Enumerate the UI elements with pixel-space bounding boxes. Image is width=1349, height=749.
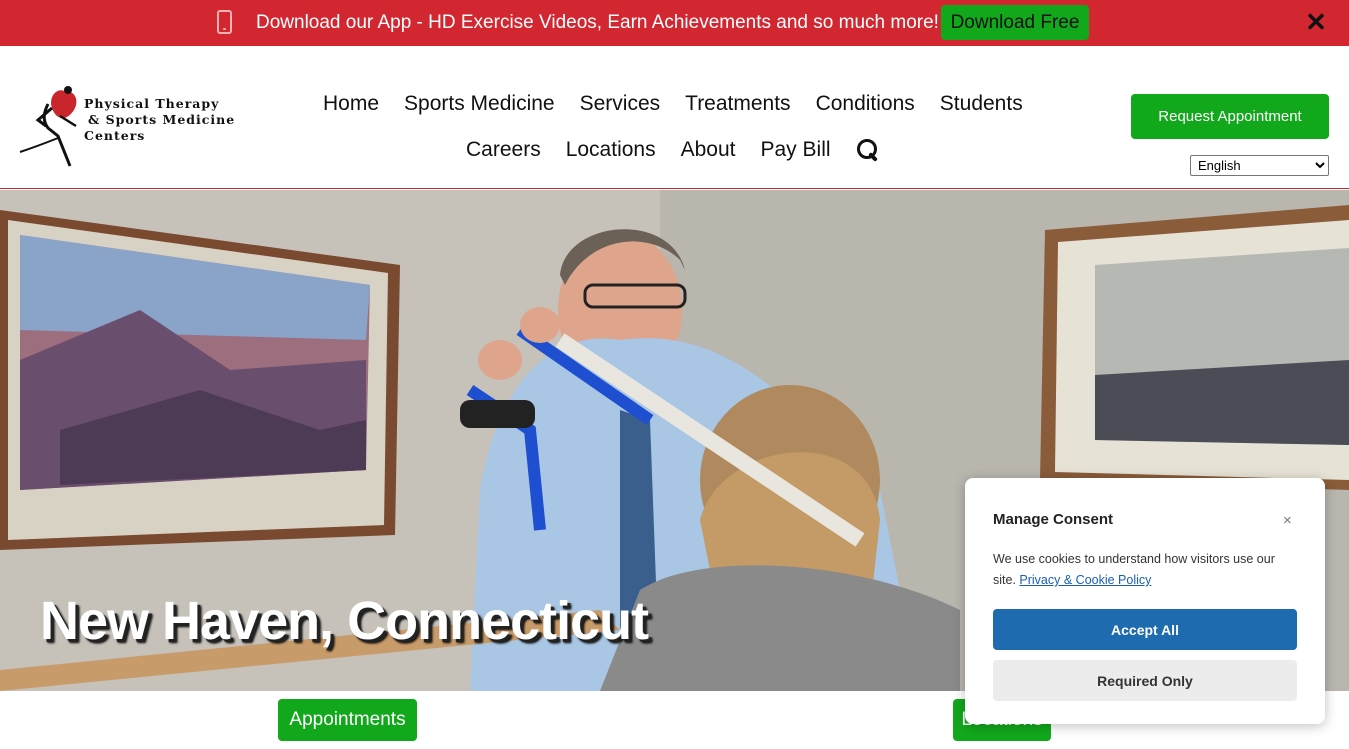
site-logo[interactable]: Physical Therapy & Sports Medicine Cente… [18, 86, 258, 168]
nav-about[interactable]: About [681, 138, 736, 162]
request-appointment-button[interactable]: Request Appointment [1131, 94, 1329, 139]
download-free-button[interactable]: Download Free [941, 5, 1089, 40]
required-only-button[interactable]: Required Only [993, 660, 1297, 701]
site-header: Physical Therapy & Sports Medicine Cente… [0, 46, 1349, 189]
phone-icon [217, 10, 232, 34]
nav-locations[interactable]: Locations [566, 138, 656, 162]
nav-home[interactable]: Home [323, 92, 379, 116]
nav-services[interactable]: Services [580, 92, 661, 116]
appointments-button[interactable]: Appointments [278, 699, 417, 741]
nav-conditions[interactable]: Conditions [816, 92, 915, 116]
nav-pay-bill[interactable]: Pay Bill [761, 138, 831, 162]
promo-text: Download our App - HD Exercise Videos, E… [256, 12, 939, 33]
logo-text-line3: Centers [84, 128, 146, 143]
nav-treatments[interactable]: Treatments [685, 92, 790, 116]
privacy-policy-link[interactable]: Privacy & Cookie Policy [1019, 573, 1151, 587]
main-nav-row2: Careers Locations About Pay Bill [466, 138, 880, 162]
main-nav-row1: Home Sports Medicine Services Treatments… [323, 92, 1023, 116]
logo-text-line1: Physical Therapy [84, 96, 220, 111]
nav-students[interactable]: Students [940, 92, 1023, 116]
nav-careers[interactable]: Careers [466, 138, 541, 162]
nav-sports-medicine[interactable]: Sports Medicine [404, 92, 555, 116]
close-icon[interactable]: ✕ [1304, 9, 1328, 35]
search-icon[interactable] [856, 138, 880, 162]
consent-close-icon[interactable]: × [1283, 512, 1292, 529]
consent-dialog: Manage Consent × We use cookies to under… [965, 478, 1325, 724]
consent-message: We use cookies to understand how visitor… [993, 549, 1298, 591]
consent-title: Manage Consent [993, 511, 1114, 528]
logo-mark-icon [19, 86, 77, 167]
language-select[interactable]: English [1190, 155, 1329, 176]
accept-all-button[interactable]: Accept All [993, 609, 1297, 650]
logo-text-line2: & Sports Medicine [88, 112, 236, 127]
promo-banner: Download our App - HD Exercise Videos, E… [0, 0, 1349, 46]
hero-title: New Haven, Connecticut [40, 591, 649, 651]
